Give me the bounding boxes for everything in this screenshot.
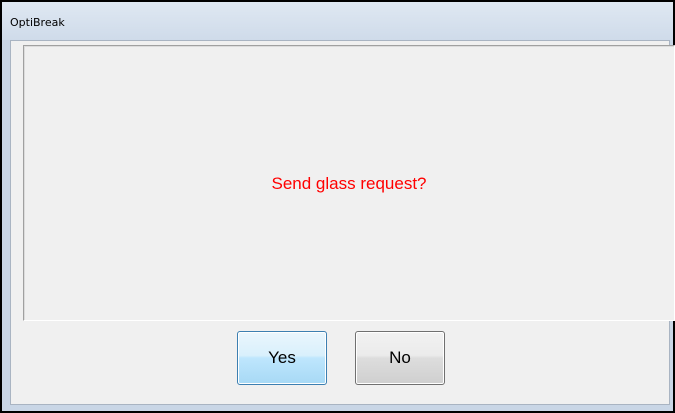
dialog-window: OptiBreak Send glass request? Yes No: [0, 0, 675, 413]
message-panel: Send glass request?: [23, 45, 675, 321]
title-bar[interactable]: OptiBreak: [2, 2, 673, 40]
dialog-body: Send glass request? Yes No: [10, 40, 675, 405]
no-button[interactable]: No: [355, 331, 445, 385]
message-text: Send glass request?: [271, 174, 427, 193]
window-title: OptiBreak: [10, 16, 65, 29]
yes-button[interactable]: Yes: [237, 331, 327, 385]
